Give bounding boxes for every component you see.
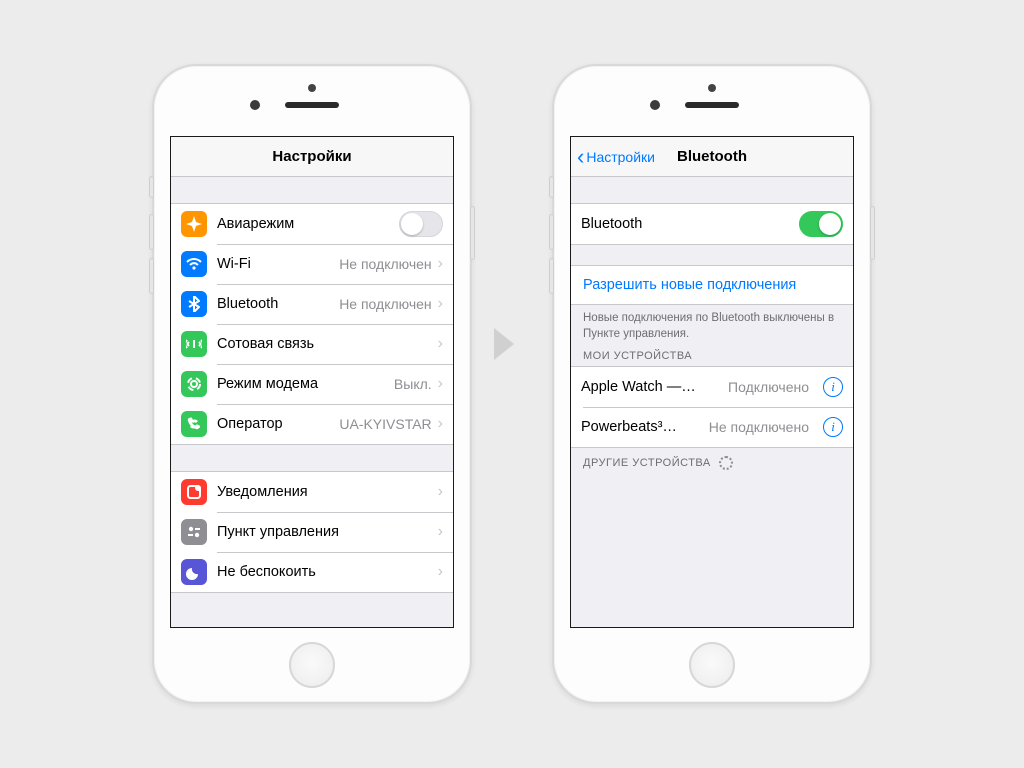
device-name: Powerbeats³… bbox=[581, 419, 677, 435]
allow-new-connections-link[interactable]: Разрешить новые подключения bbox=[571, 265, 853, 305]
device-name: Apple Watch —… bbox=[581, 379, 696, 395]
row-control[interactable]: Пункт управления› bbox=[171, 512, 453, 552]
allow-new-label: Разрешить новые подключения bbox=[583, 277, 796, 293]
hotspot-icon bbox=[181, 371, 207, 397]
volume-down bbox=[149, 258, 154, 294]
row-wifi[interactable]: Wi-FiНе подключен› bbox=[171, 244, 453, 284]
back-button[interactable]: ‹ Настройки bbox=[571, 149, 655, 165]
info-icon[interactable]: i bbox=[823, 377, 843, 397]
row-label: Сотовая связь bbox=[217, 336, 314, 352]
other-devices-header: ДРУГИЕ УСТРОЙСТВА bbox=[571, 448, 853, 474]
row-bluetooth-toggle[interactable]: Bluetooth bbox=[571, 204, 853, 244]
toggle-label: Bluetooth bbox=[581, 216, 642, 232]
earpiece-speaker bbox=[685, 102, 739, 108]
navbar-bluetooth: ‹ Настройки Bluetooth bbox=[571, 137, 853, 177]
device-row[interactable]: Apple Watch —… Подключено i bbox=[571, 367, 853, 407]
row-label: Уведомления bbox=[217, 484, 308, 500]
row-label: Wi-Fi bbox=[217, 256, 251, 272]
row-label: Авиарежим bbox=[217, 216, 294, 232]
front-camera bbox=[250, 100, 260, 110]
airplane-icon bbox=[181, 211, 207, 237]
row-bluetooth[interactable]: BluetoothНе подключен› bbox=[171, 284, 453, 324]
cellular-icon bbox=[181, 331, 207, 357]
mute-switch bbox=[149, 176, 154, 198]
my-devices-list: Apple Watch —… Подключено i Powerbeats³… Не … bbox=[571, 366, 853, 448]
row-value: Выкл. bbox=[394, 376, 432, 392]
row-label: Пункт управления bbox=[217, 524, 339, 540]
bluetooth-toggle-group: Bluetooth bbox=[571, 203, 853, 245]
footer-note: Новые подключения по Bluetooth выключены… bbox=[571, 305, 853, 342]
row-value: UA-KYIVSTAR bbox=[339, 416, 431, 432]
home-button[interactable] bbox=[289, 642, 335, 688]
row-label: Режим модема bbox=[217, 376, 318, 392]
carrier-icon bbox=[181, 411, 207, 437]
volume-up bbox=[149, 214, 154, 250]
back-label: Настройки bbox=[586, 149, 655, 165]
device-row[interactable]: Powerbeats³… Не подключено i bbox=[571, 407, 853, 447]
bluetooth-switch[interactable] bbox=[799, 211, 843, 237]
row-label: Не беспокоить bbox=[217, 564, 316, 580]
volume-up bbox=[549, 214, 554, 250]
row-value: Не подключен bbox=[339, 296, 431, 312]
navbar-settings: Настройки bbox=[171, 137, 453, 177]
device-status: Не подключено bbox=[709, 419, 809, 435]
bluetooth-icon bbox=[181, 291, 207, 317]
volume-down bbox=[549, 258, 554, 294]
row-carrier[interactable]: ОператорUA-KYIVSTAR› bbox=[171, 404, 453, 444]
notify-icon bbox=[181, 479, 207, 505]
row-airplane[interactable]: Авиарежим bbox=[171, 204, 453, 244]
wifi-icon bbox=[181, 251, 207, 277]
screen-settings: Настройки АвиарежимWi-FiНе подключен›Blu… bbox=[170, 136, 454, 628]
control-icon bbox=[181, 519, 207, 545]
row-cellular[interactable]: Сотовая связь› bbox=[171, 324, 453, 364]
settings-group-notifications: Уведомления›Пункт управления›Не беспокои… bbox=[171, 471, 453, 593]
proximity-sensor bbox=[308, 84, 316, 92]
front-camera bbox=[650, 100, 660, 110]
spinner-icon bbox=[719, 456, 733, 470]
earpiece-speaker bbox=[285, 102, 339, 108]
row-notify[interactable]: Уведомления› bbox=[171, 472, 453, 512]
row-label: Bluetooth bbox=[217, 296, 278, 312]
airplane-switch[interactable] bbox=[399, 211, 443, 237]
page-title: Настройки bbox=[171, 148, 453, 165]
power-button bbox=[870, 206, 875, 260]
home-button[interactable] bbox=[689, 642, 735, 688]
info-icon[interactable]: i bbox=[823, 417, 843, 437]
device-status: Подключено bbox=[728, 379, 809, 395]
settings-group-connectivity: АвиарежимWi-FiНе подключен›BluetoothНе п… bbox=[171, 203, 453, 445]
phone-bluetooth: ‹ Настройки Bluetooth Bluetooth Разрешит… bbox=[552, 64, 872, 704]
mute-switch bbox=[549, 176, 554, 198]
screen-bluetooth: ‹ Настройки Bluetooth Bluetooth Разрешит… bbox=[570, 136, 854, 628]
row-value: Не подключен bbox=[339, 256, 431, 272]
row-label: Оператор bbox=[217, 416, 283, 432]
row-hotspot[interactable]: Режим модемаВыкл.› bbox=[171, 364, 453, 404]
my-devices-header: МОИ УСТРОЙСТВА bbox=[571, 342, 853, 366]
power-button bbox=[470, 206, 475, 260]
proximity-sensor bbox=[708, 84, 716, 92]
sequence-arrow-icon bbox=[494, 328, 514, 360]
dnd-icon bbox=[181, 559, 207, 585]
row-dnd[interactable]: Не беспокоить› bbox=[171, 552, 453, 592]
phone-settings: Настройки АвиарежимWi-FiНе подключен›Blu… bbox=[152, 64, 472, 704]
